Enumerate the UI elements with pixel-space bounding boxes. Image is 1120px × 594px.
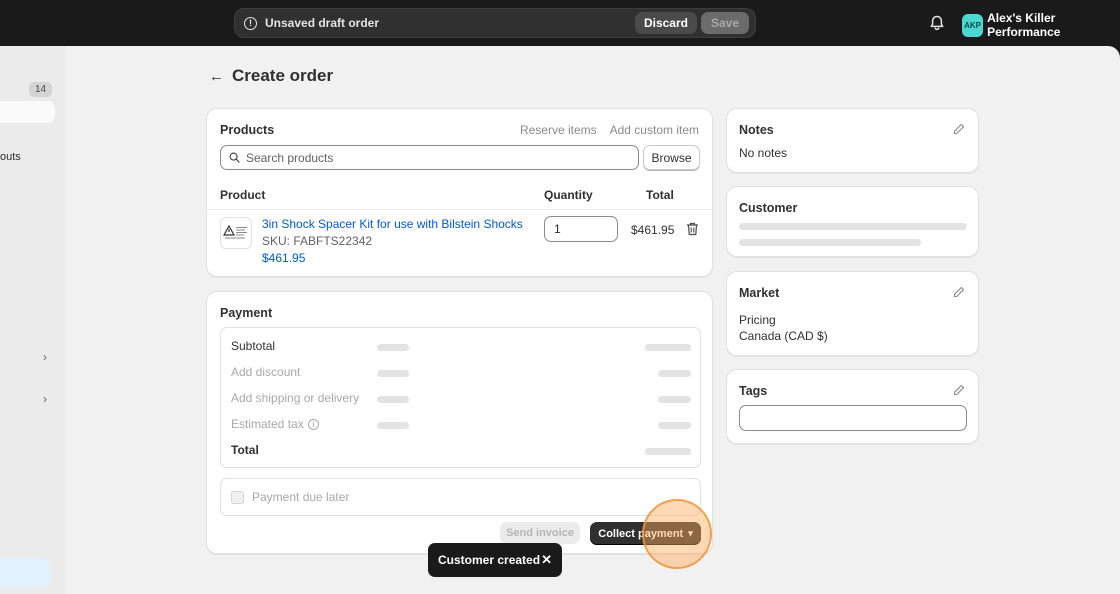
trash-icon[interactable] (686, 222, 699, 236)
customer-title: Customer (739, 201, 798, 215)
line-total: $461.95 (631, 223, 675, 237)
skeleton-bar (645, 448, 691, 455)
notes-card: Notes No notes (726, 108, 979, 173)
estimated-tax-label: Estimated tax (231, 417, 304, 431)
product-price[interactable]: $461.95 (262, 251, 305, 265)
skeleton-bar (658, 396, 691, 403)
customer-card: Customer (726, 186, 979, 257)
add-shipping-label[interactable]: Add shipping or delivery (231, 391, 359, 405)
divider (207, 209, 712, 210)
tags-input[interactable] (739, 405, 967, 431)
close-icon[interactable]: ✕ (541, 552, 552, 568)
pencil-icon[interactable] (953, 384, 965, 396)
products-title: Products (220, 123, 275, 137)
sidebar: 14 outs › › (0, 46, 65, 594)
pencil-icon[interactable] (953, 123, 965, 135)
unsaved-draft-bar: ! Unsaved draft order Discard Save (234, 8, 756, 38)
subtotal-label: Subtotal (231, 339, 276, 353)
collect-payment-button[interactable]: Collect payment ▾ (590, 522, 701, 545)
toast-notification: Customer created ✕ (428, 543, 562, 577)
discard-button[interactable]: Discard (634, 12, 697, 34)
tags-title: Tags (739, 384, 768, 398)
skeleton-bar (377, 396, 409, 403)
skeleton-bar (377, 344, 409, 351)
store-menu[interactable]: AKP Alex's Killer Performance (962, 11, 1120, 39)
sidebar-item-label[interactable]: outs (0, 151, 21, 163)
products-card: Products Reserve items Add custom item B… (206, 108, 713, 277)
chevron-right-icon[interactable]: › (43, 392, 47, 406)
skeleton-bar (658, 422, 691, 429)
product-sku: SKU: FABFTS22342 (262, 234, 373, 248)
sidebar-item-selected[interactable] (0, 101, 55, 123)
search-icon (229, 152, 240, 163)
draft-status-text: Unsaved draft order (265, 16, 380, 30)
top-bar: ! Unsaved draft order Discard Save AKP A… (0, 0, 1120, 46)
notes-value: No notes (739, 146, 788, 160)
market-pricing-label: Pricing (739, 313, 776, 327)
skeleton-bar (658, 370, 691, 377)
column-header-total: Total (646, 188, 674, 202)
add-custom-item-link[interactable]: Add custom item (610, 123, 699, 137)
page-header: ← Create order (209, 66, 333, 86)
back-arrow-icon[interactable]: ← (209, 68, 224, 85)
chevron-right-icon[interactable]: › (43, 350, 47, 364)
skeleton-bar (739, 239, 921, 246)
toast-message: Customer created (438, 553, 541, 567)
product-name-link[interactable]: 3in Shock Spacer Kit for use with Bilste… (262, 217, 523, 231)
alert-circle-icon: ! (244, 16, 257, 30)
column-header-product: Product (220, 188, 266, 202)
skeleton-bar (377, 370, 409, 377)
payment-card: Payment Subtotal Add discount Add shippi… (206, 291, 713, 554)
skeleton-bar (739, 223, 967, 230)
browse-button[interactable]: Browse (643, 145, 700, 170)
market-title: Market (739, 286, 780, 300)
store-name: Alex's Killer Performance (987, 11, 1061, 39)
total-label: Total (231, 443, 259, 457)
column-header-quantity: Quantity (544, 188, 593, 202)
store-avatar: AKP (962, 13, 984, 37)
notes-title: Notes (739, 123, 774, 137)
payment-due-later-option: Payment due later (220, 478, 701, 516)
collect-payment-label: Collect payment (598, 527, 684, 540)
payment-title: Payment (220, 306, 273, 320)
quantity-input[interactable] (544, 216, 618, 242)
sidebar-count-badge: 14 (29, 82, 53, 97)
bell-icon[interactable] (928, 14, 946, 32)
chevron-down-icon: ▾ (688, 528, 693, 538)
payment-summary: Subtotal Add discount Add shipping or de… (220, 327, 701, 468)
warning-label-icon (223, 224, 247, 239)
skeleton-bar (645, 344, 691, 351)
send-invoice-button[interactable]: Send invoice (500, 522, 580, 544)
products-actions: Reserve items Add custom item (520, 123, 699, 137)
save-button[interactable]: Save (700, 12, 749, 34)
product-thumbnail (220, 217, 252, 249)
search-input[interactable] (246, 150, 626, 165)
reserve-items-link[interactable]: Reserve items (520, 123, 597, 137)
tags-card: Tags (726, 369, 979, 444)
main-frame: 14 outs › › ← Create order Products Rese… (0, 46, 1120, 594)
payment-due-later-label: Payment due later (252, 490, 350, 504)
sidebar-item-active[interactable] (0, 558, 50, 588)
skeleton-bar (377, 422, 409, 429)
info-icon[interactable]: i (307, 418, 319, 430)
estimated-tax-row: Estimated tax i (231, 417, 319, 431)
market-pricing-value: Canada (CAD $) (739, 329, 828, 343)
product-search[interactable] (220, 145, 639, 170)
add-discount-label[interactable]: Add discount (231, 365, 300, 379)
market-card: Market Pricing Canada (CAD $) (726, 271, 979, 356)
payment-due-later-checkbox[interactable] (231, 490, 244, 504)
page-title: Create order (232, 66, 334, 85)
pencil-icon[interactable] (953, 286, 965, 298)
